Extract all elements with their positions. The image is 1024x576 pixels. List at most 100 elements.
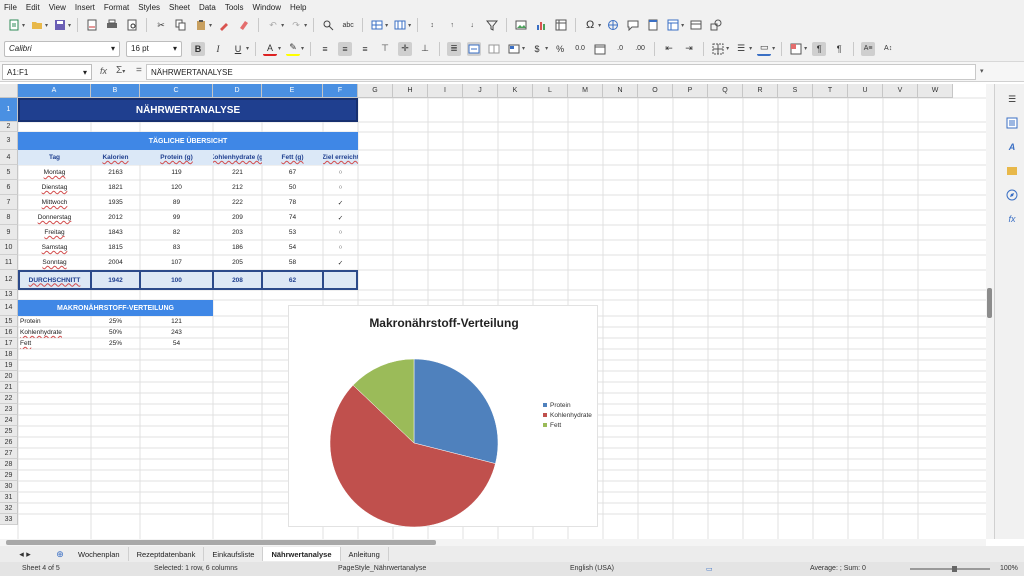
column-header[interactable]: V bbox=[883, 84, 918, 98]
insert-image-icon[interactable] bbox=[514, 18, 528, 32]
data-cell[interactable]: ✓ bbox=[323, 195, 358, 210]
column-header[interactable]: D bbox=[213, 84, 262, 98]
sheet-tab[interactable]: Einkaufsliste bbox=[204, 547, 264, 561]
sheet-tab[interactable]: Rezeptdatenbank bbox=[129, 547, 205, 561]
row-header[interactable]: 12 bbox=[0, 270, 18, 290]
data-cell[interactable]: 2012 bbox=[91, 210, 140, 225]
open-folder-icon[interactable] bbox=[30, 18, 44, 32]
underline-icon[interactable]: U bbox=[231, 42, 245, 56]
merge-center-icon[interactable] bbox=[467, 41, 482, 56]
cut-icon[interactable]: ✂ bbox=[154, 18, 168, 32]
styles-icon[interactable]: A bbox=[1005, 140, 1019, 154]
header-cell[interactable]: Fett (g) bbox=[262, 150, 323, 165]
menu-insert[interactable]: Insert bbox=[75, 3, 95, 12]
font-name-box[interactable]: Calibri ▾ bbox=[4, 40, 120, 57]
menu-file[interactable]: File bbox=[4, 3, 17, 12]
define-print-area-icon[interactable] bbox=[666, 18, 680, 32]
macro-value-cell[interactable]: 243 bbox=[140, 327, 213, 338]
find-replace-icon[interactable] bbox=[321, 18, 335, 32]
sort-ascending-icon[interactable]: ↑ bbox=[445, 18, 459, 32]
column-header[interactable]: G bbox=[358, 84, 393, 98]
row-header[interactable]: 5 bbox=[0, 165, 18, 180]
row-header[interactable]: 15 bbox=[0, 316, 18, 327]
column-header[interactable]: L bbox=[533, 84, 568, 98]
wrap-text-icon[interactable]: ≣ bbox=[447, 41, 462, 56]
data-cell[interactable]: 50 bbox=[262, 180, 323, 195]
column-header[interactable]: P bbox=[673, 84, 708, 98]
column-header[interactable]: N bbox=[603, 84, 638, 98]
autofilter-icon[interactable] bbox=[485, 18, 499, 32]
data-cell[interactable]: 1935 bbox=[91, 195, 140, 210]
row-header[interactable]: 32 bbox=[0, 503, 18, 514]
column-header[interactable]: A bbox=[18, 84, 91, 98]
sheet-tab[interactable]: Nährwertanalyse bbox=[263, 547, 341, 561]
align-right-icon[interactable]: ≡ bbox=[358, 42, 372, 56]
navigator-icon[interactable] bbox=[1005, 188, 1019, 202]
sort-icon[interactable]: ↕ bbox=[425, 18, 439, 32]
vertical-scrollbar[interactable] bbox=[986, 84, 994, 539]
macro-value-cell[interactable]: 25% bbox=[91, 316, 140, 327]
macro-name-cell[interactable]: Protein bbox=[18, 316, 91, 327]
column-header[interactable]: F bbox=[323, 84, 358, 98]
export-pdf-icon[interactable] bbox=[85, 18, 99, 32]
data-cell[interactable]: 2163 bbox=[91, 165, 140, 180]
row-header[interactable]: 16 bbox=[0, 327, 18, 338]
menu-window[interactable]: Window bbox=[253, 3, 281, 12]
data-cell[interactable]: 120 bbox=[140, 180, 213, 195]
formula-input[interactable]: NÄHRWERTANALYSE bbox=[146, 64, 976, 80]
menu-tools[interactable]: Tools bbox=[225, 3, 244, 12]
header-cell[interactable]: Kalorien bbox=[91, 150, 140, 165]
print-icon[interactable] bbox=[105, 18, 119, 32]
column-header[interactable]: O bbox=[638, 84, 673, 98]
row-header[interactable]: 2 bbox=[0, 122, 18, 132]
show-draw-functions-icon[interactable] bbox=[709, 18, 723, 32]
daily-overview-header[interactable]: TÄGLICHE ÜBERSICHT bbox=[18, 132, 358, 150]
row-header[interactable]: 29 bbox=[0, 470, 18, 481]
row-header[interactable]: 10 bbox=[0, 240, 18, 255]
increase-indent-icon[interactable]: ⇥ bbox=[682, 42, 696, 56]
data-cell[interactable]: ✓ bbox=[323, 210, 358, 225]
gallery-icon[interactable] bbox=[1005, 164, 1019, 178]
macro-name-cell[interactable]: Fett bbox=[18, 338, 91, 349]
align-middle-icon[interactable]: ✛ bbox=[398, 41, 413, 56]
menu-edit[interactable]: Edit bbox=[26, 3, 40, 12]
macro-name-cell[interactable]: Kohlenhydrate bbox=[18, 327, 91, 338]
format-as-currency-icon[interactable]: $ bbox=[530, 42, 544, 56]
row-header[interactable]: 23 bbox=[0, 404, 18, 415]
font-size-box[interactable]: 16 pt ▾ bbox=[126, 40, 182, 57]
macro-value-cell[interactable]: 121 bbox=[140, 316, 213, 327]
sum-icon[interactable]: Σ▾ bbox=[116, 65, 125, 76]
zoom-level[interactable]: 100% bbox=[1000, 565, 1018, 572]
data-cell[interactable]: 186 bbox=[213, 240, 262, 255]
average-cell[interactable]: 208 bbox=[213, 270, 262, 290]
data-cell[interactable]: 78 bbox=[262, 195, 323, 210]
average-cell[interactable]: 1942 bbox=[91, 270, 140, 290]
add-decimal-place-icon[interactable]: .0 bbox=[613, 42, 627, 56]
align-center-icon[interactable]: ≡ bbox=[338, 41, 353, 56]
spreadsheet-grid[interactable]: A B C D E F G H I J K L M N O P Q R S T U V W 1 2 3 4 5 6 7 8 9 10 11 12 13… bbox=[0, 84, 986, 539]
data-cell[interactable]: 205 bbox=[213, 255, 262, 270]
zoom-handle[interactable] bbox=[952, 566, 957, 572]
formula-icon[interactable]: = bbox=[136, 65, 142, 76]
data-cell[interactable]: 1821 bbox=[91, 180, 140, 195]
text-direction-ltr-icon[interactable]: A≡ bbox=[861, 41, 876, 56]
selection-mode-icon[interactable]: ▭ bbox=[706, 565, 713, 573]
align-left-icon[interactable]: ≡ bbox=[318, 42, 332, 56]
macro-value-cell[interactable]: 50% bbox=[91, 327, 140, 338]
row-header[interactable]: 6 bbox=[0, 180, 18, 195]
text-direction-ttb-icon[interactable]: A↕ bbox=[881, 42, 895, 56]
data-cell[interactable]: ○ bbox=[323, 225, 358, 240]
format-as-percent-icon[interactable]: % bbox=[553, 42, 567, 56]
headers-footers-icon[interactable] bbox=[646, 18, 660, 32]
column-header[interactable]: H bbox=[393, 84, 428, 98]
menu-format[interactable]: Format bbox=[104, 3, 129, 12]
paste-icon[interactable] bbox=[194, 18, 208, 32]
undo-icon[interactable]: ↶ bbox=[266, 18, 280, 32]
data-cell[interactable]: 221 bbox=[213, 165, 262, 180]
functions-icon[interactable]: fx bbox=[1005, 212, 1019, 226]
italic-icon[interactable]: I bbox=[211, 42, 225, 56]
macro-value-cell[interactable]: 54 bbox=[140, 338, 213, 349]
pie-chart[interactable]: Makronährstoff-Verteilung Protein Kohlenh… bbox=[288, 305, 598, 528]
row-header[interactable]: 30 bbox=[0, 481, 18, 492]
row-header[interactable]: 13 bbox=[0, 290, 18, 300]
